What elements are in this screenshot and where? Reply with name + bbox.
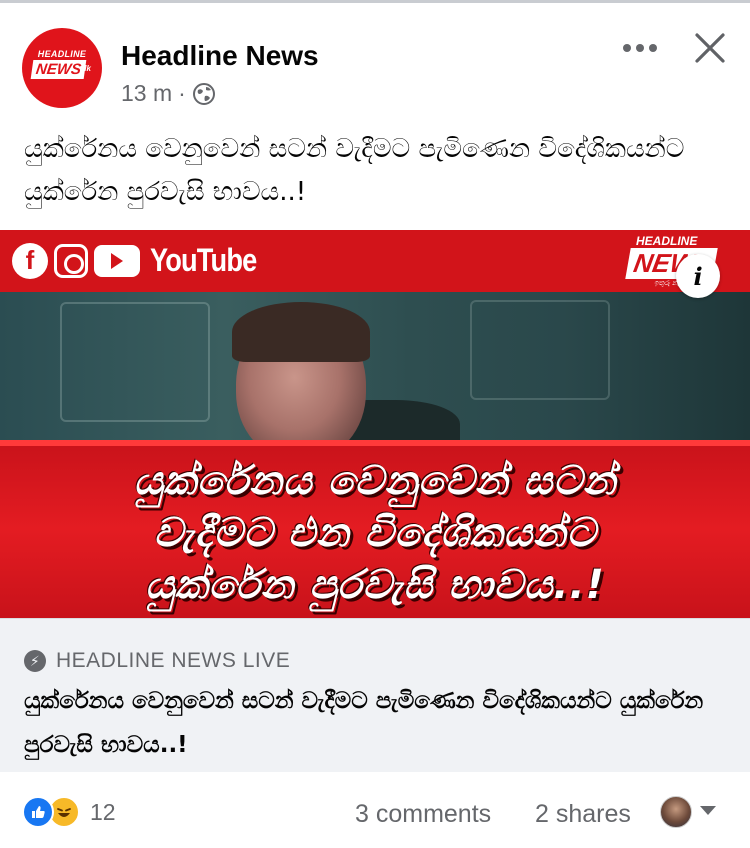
top-divider [0,0,750,3]
globe-icon[interactable] [192,82,216,106]
avatar-main-text: NEWS [30,60,87,79]
close-button[interactable] [688,26,732,70]
post-time[interactable]: 13 m [121,80,172,107]
link-domain-text: HEADLINE NEWS LIVE [56,649,291,672]
info-button[interactable]: i [676,254,720,298]
avatar-top-text: HEADLINE [37,49,87,59]
link-preview[interactable]: ⚡ HEADLINE NEWS LIVE යුක්රේනය වෙනුවෙන් ස… [0,618,750,772]
more-dots-icon [623,44,657,52]
youtube-label: YouTube [150,242,257,278]
page-avatar[interactable]: HEADLINE NEWS .lk [22,28,102,108]
instant-article-icon: ⚡ [24,650,46,672]
news-photo [0,292,750,460]
social-icons-row: f YouTube [12,242,275,279]
image-headline-banner: යුක්රේනය වෙනුවෙන් සටන් වැදීමට එන විදේශික… [0,440,750,618]
avatar-sub-text: .lk [82,64,91,73]
banner-line-3: යුක්රේන පුරවැසි භාවය..! [145,562,605,608]
post-meta: 13 m · [121,80,216,107]
image-brand-top: HEADLINE [636,234,698,248]
post-caption: යුක්රේනය වෙනුවෙන් සටන් වැදීමට පැමිණෙන වි… [24,134,685,207]
banner-line-1: යුක්රේනය වෙනුවෙන් සටන් [133,458,617,504]
reaction-count: 12 [90,798,116,825]
instagram-icon [54,243,88,278]
background-seal [60,302,210,422]
post-image[interactable]: f YouTube HEADLINE NEW ඉතුරු නැති සත්‍යය… [0,230,750,618]
meta-separator: · [178,80,186,106]
link-domain: ⚡ HEADLINE NEWS LIVE [24,649,290,673]
shares-count[interactable]: 2 shares [535,800,631,829]
banner-line-2: වැදීමට එන විදේශිකයන්ට [153,510,597,556]
viewer-avatar[interactable] [660,796,692,828]
image-top-bar: f YouTube HEADLINE NEW ඉතුරු නැති සත්‍යය [0,230,750,292]
background-emblem [470,300,610,400]
comments-count[interactable]: 3 comments [355,800,491,829]
youtube-icon [94,244,140,277]
page-name-link[interactable]: Headline News [121,40,319,72]
reactions-summary[interactable]: 12 [22,796,116,828]
link-title[interactable]: යුක්රේනය වෙනුවෙන් සටන් වැදීමට පැමිණෙන වි… [24,679,734,767]
facebook-icon: f [12,242,48,279]
chevron-down-icon[interactable] [700,806,716,815]
post-footer: 12 3 comments 2 shares [0,772,750,848]
close-icon [695,33,725,63]
more-options-button[interactable] [618,30,662,66]
like-reaction-icon [22,796,54,828]
person-hair [232,302,370,362]
